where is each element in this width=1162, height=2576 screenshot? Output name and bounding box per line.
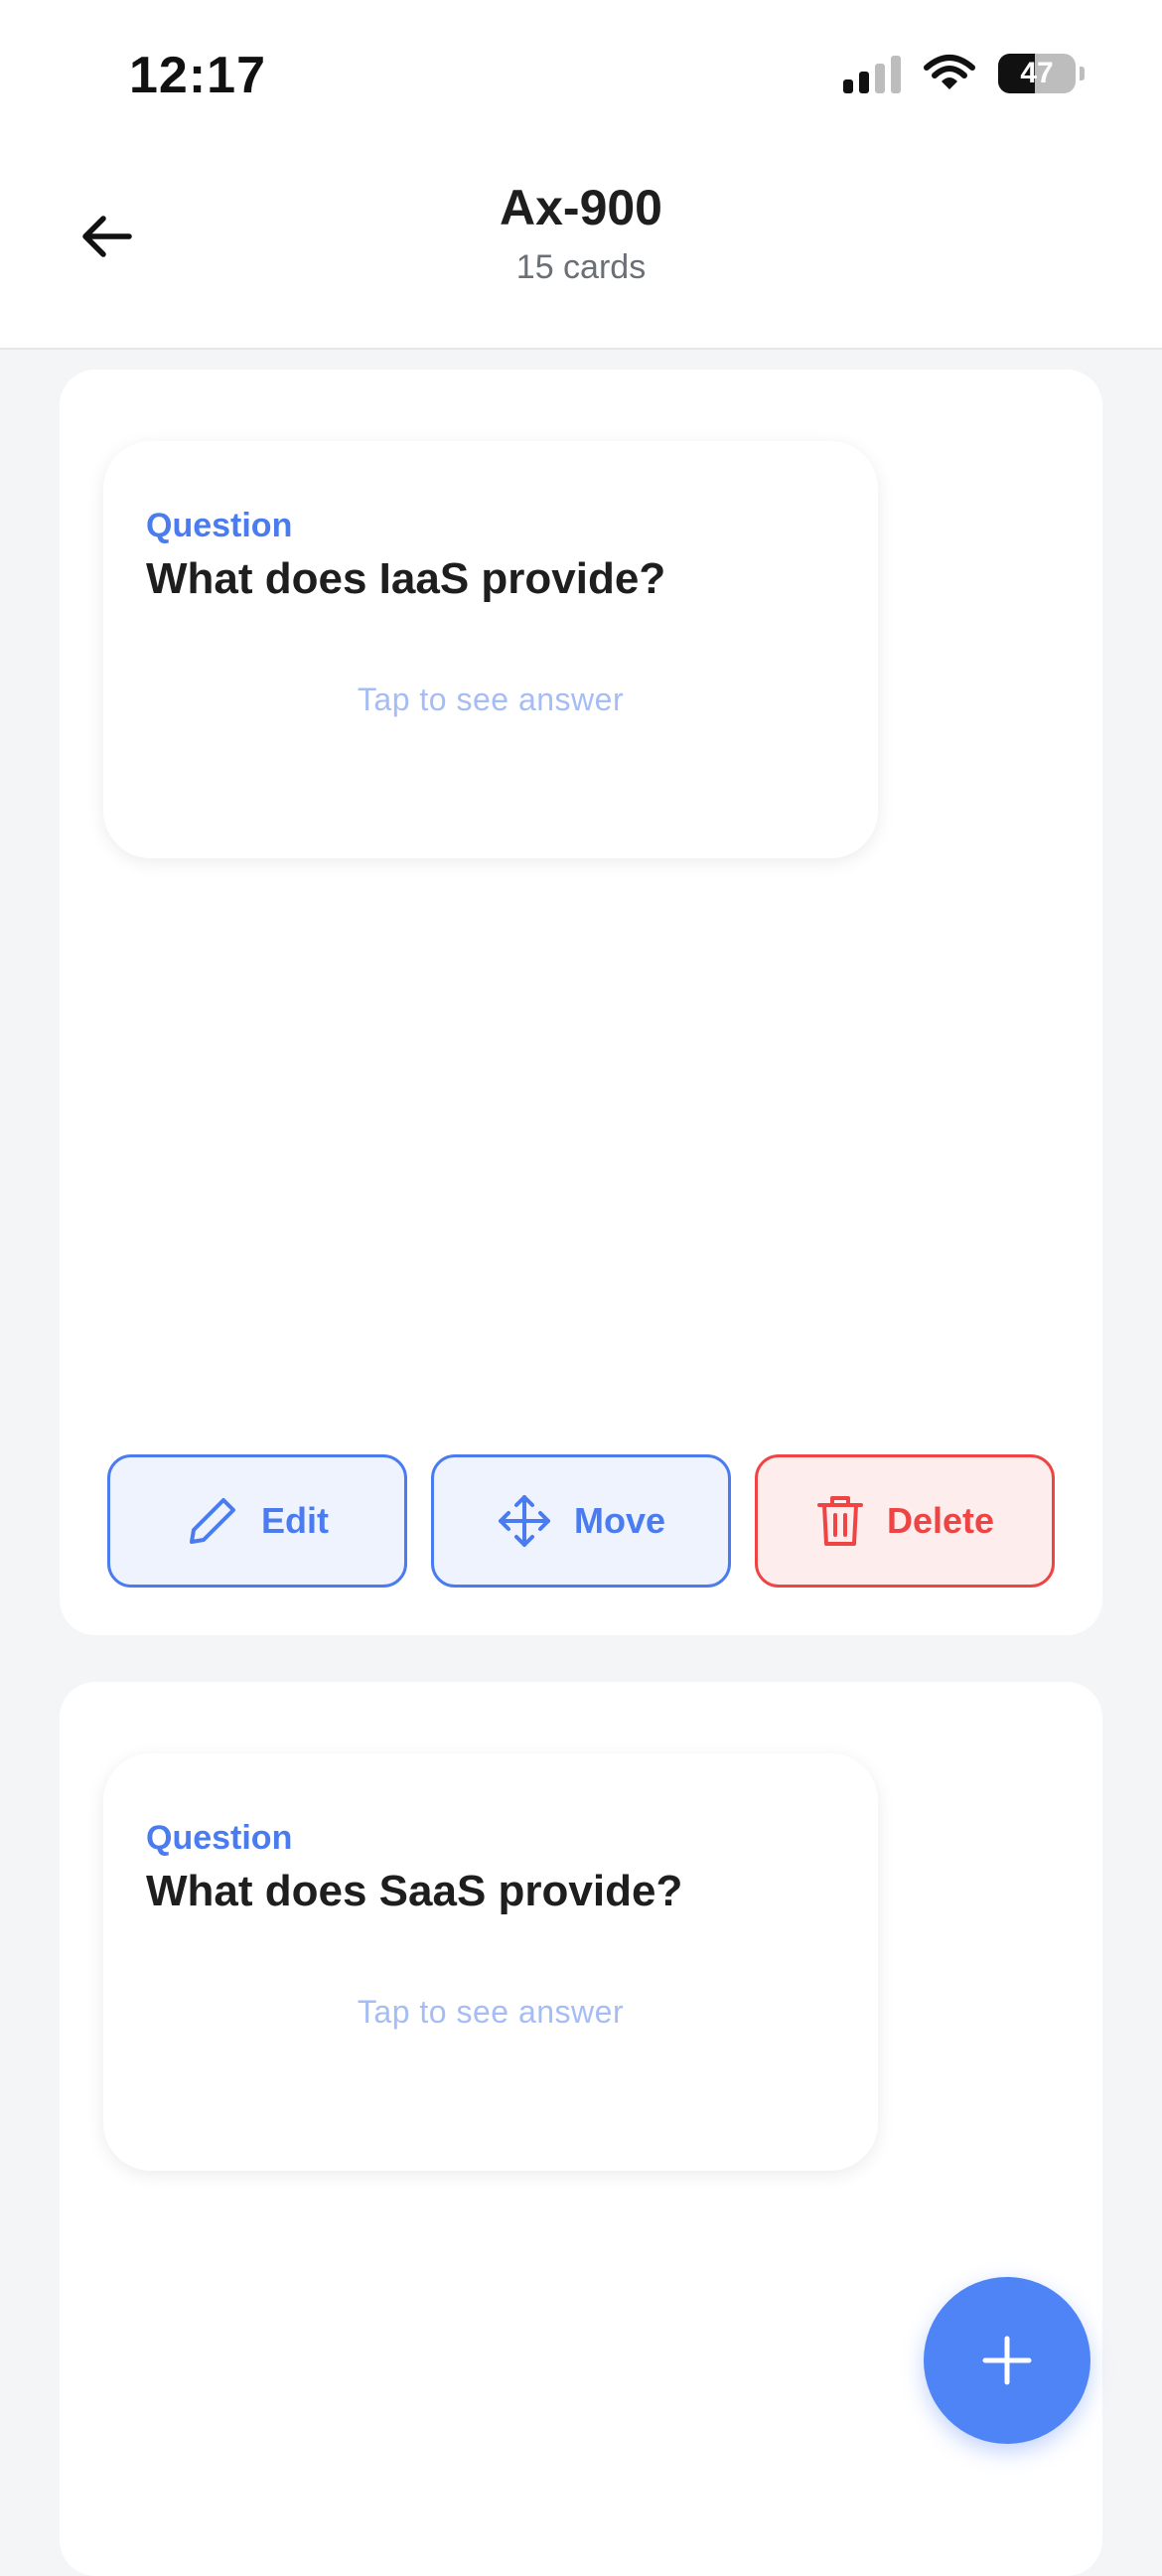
- tap-hint: Tap to see answer: [357, 1994, 625, 2030]
- move-arrows-icon: [498, 1495, 550, 1547]
- card-panel: Question What does SaaS provide? Tap to …: [60, 1682, 1102, 2576]
- plus-icon: [982, 2336, 1032, 2385]
- wifi-icon: [924, 55, 975, 89]
- move-label: Move: [573, 1500, 666, 1541]
- delete-button[interactable]: Delete: [755, 1454, 1055, 1588]
- edit-button[interactable]: Edit: [107, 1454, 407, 1588]
- page-title: Ax-900: [500, 180, 662, 235]
- flashcard[interactable]: Question What does SaaS provide? Tap to …: [103, 1753, 878, 2171]
- card-panel: Question What does IaaS provide? Tap to …: [60, 370, 1102, 1635]
- add-card-button[interactable]: [924, 2277, 1090, 2444]
- edit-label: Edit: [261, 1500, 329, 1541]
- card-actions: Edit Move Delete: [107, 1454, 1055, 1588]
- delete-label: Delete: [886, 1500, 995, 1541]
- status-time: 12:17: [129, 47, 266, 104]
- question-text: What does SaaS provide?: [146, 1867, 683, 1915]
- signal-icon: [843, 54, 901, 93]
- card-count: 15 cards: [515, 248, 647, 286]
- top-bar: 12:17 47 Ax-900 15 cards: [0, 0, 1162, 350]
- battery-icon: 47: [998, 54, 1076, 93]
- question-label: Question: [146, 1819, 293, 1857]
- flashcard[interactable]: Question What does IaaS provide? Tap to …: [103, 441, 878, 858]
- battery-cap: [1080, 67, 1085, 80]
- move-button[interactable]: Move: [431, 1454, 731, 1588]
- tap-hint: Tap to see answer: [357, 682, 625, 717]
- battery-percent: 47: [1020, 57, 1054, 89]
- status-icons: 47: [843, 54, 1085, 93]
- question-label: Question: [146, 507, 293, 544]
- pencil-icon: [190, 1498, 235, 1544]
- trash-icon: [816, 1496, 863, 1546]
- question-text: What does IaaS provide?: [146, 554, 666, 603]
